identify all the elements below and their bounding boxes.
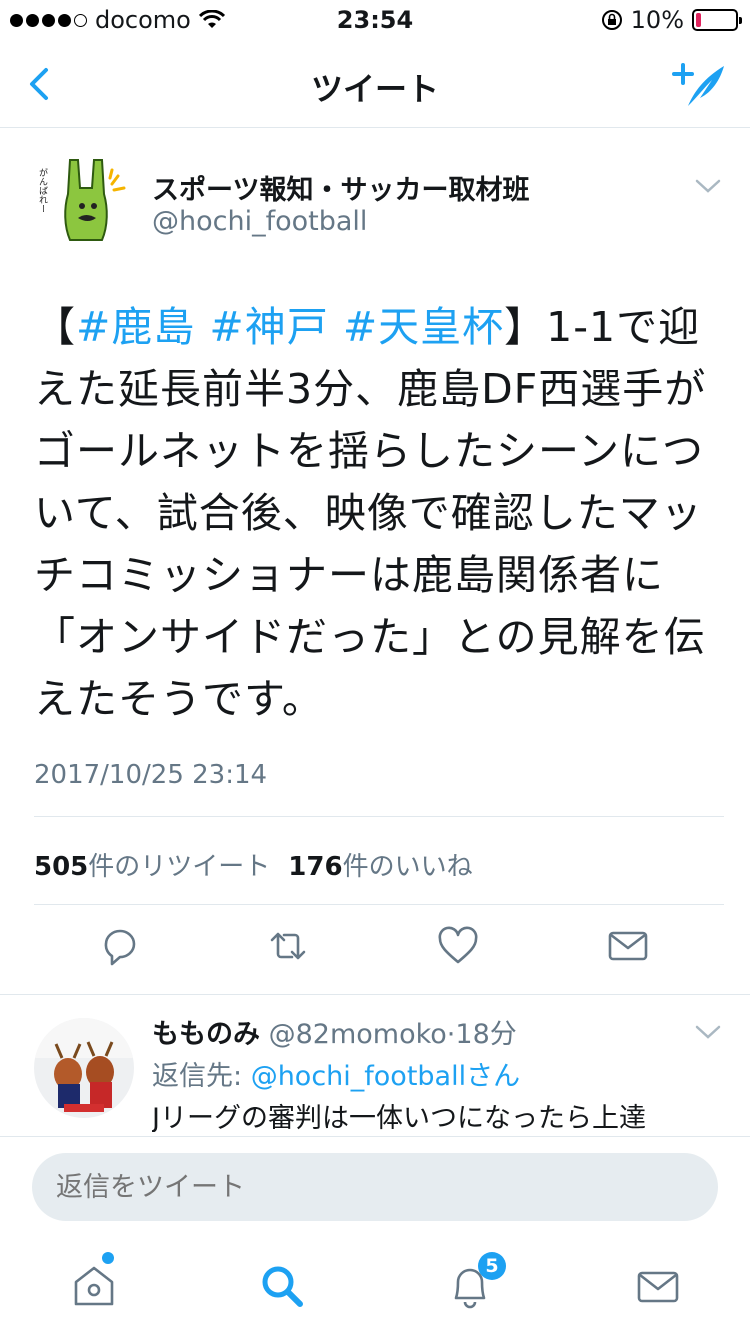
page-title: ツイート	[310, 70, 439, 108]
compose-tweet-icon[interactable]	[670, 58, 728, 110]
reply-time: 18分	[455, 1019, 517, 1050]
battery-info: 10%	[601, 6, 742, 34]
reply-to-line: 返信先: @hochi_footballさん	[152, 1054, 520, 1093]
tweet-text: 【#鹿島 #神戸 #天皇杯】1-1で迎えた延長前半3分、鹿島DF西選手がゴールネ…	[34, 296, 724, 730]
like-label[interactable]: 件のいいね	[343, 852, 473, 882]
like-count[interactable]: 176	[288, 852, 342, 882]
tweet-stats[interactable]: 505件のリツイート 176件のいいね	[34, 846, 473, 883]
like-heart-icon[interactable]	[436, 924, 480, 968]
divider	[34, 904, 724, 905]
chevron-down-icon[interactable]	[694, 176, 722, 196]
notification-badge: 5	[478, 1252, 506, 1280]
reply-composer	[0, 1136, 750, 1236]
battery-percent: 10%	[630, 6, 684, 34]
battery-icon	[692, 9, 742, 31]
home-unread-dot	[102, 1252, 114, 1264]
author-avatar[interactable]: がんばれー	[34, 148, 134, 248]
retweet-count[interactable]: 505	[34, 852, 88, 882]
reply-text[interactable]: Jリーグの審判は一体いつになったら上達	[152, 1096, 722, 1132]
divider	[34, 816, 724, 817]
reply-author-handle[interactable]: @82momoko	[269, 1019, 447, 1050]
home-icon[interactable]	[68, 1260, 120, 1312]
hashtag-link[interactable]: #天皇杯	[343, 303, 504, 351]
avatar-caption: がんばれー	[37, 167, 48, 213]
reply-header: もものみ @82momoko·18分	[152, 1012, 517, 1051]
retweet-label[interactable]: 件のリツイート	[88, 852, 270, 882]
direct-message-icon[interactable]	[606, 924, 650, 968]
retweet-icon[interactable]	[266, 924, 310, 968]
tweet-text-open: 【	[34, 303, 76, 351]
divider	[0, 994, 750, 995]
reply-input[interactable]	[32, 1153, 718, 1221]
chevron-down-icon[interactable]	[694, 1022, 722, 1042]
hashtag-link[interactable]: #神戸	[209, 303, 328, 351]
rotation-lock-icon	[601, 10, 622, 30]
tweet-timestamp: 2017/10/25 23:14	[34, 760, 268, 790]
search-icon[interactable]	[256, 1260, 308, 1312]
hashtag-link[interactable]: #鹿島	[76, 303, 195, 351]
navigation-bar: ツイート	[0, 40, 750, 128]
reply-to-prefix: 返信先:	[152, 1061, 251, 1092]
status-bar: docomo 23:54 10%	[0, 0, 750, 40]
author-handle[interactable]: @hochi_football	[152, 206, 367, 237]
reply-author-avatar[interactable]	[34, 1018, 134, 1118]
reply-icon[interactable]	[98, 924, 142, 968]
reply-author-name[interactable]: もものみ	[152, 1019, 260, 1050]
reply-to-suffix[interactable]: さん	[466, 1061, 520, 1092]
messages-icon[interactable]	[632, 1260, 684, 1312]
author-name[interactable]: スポーツ報知・サッカー取材班	[152, 168, 529, 207]
tab-bar: 5	[0, 1236, 750, 1334]
tweet-text-body: 】1-1で迎えた延長前半3分、鹿島DF西選手がゴールネットを揺らしたシーンについ…	[34, 303, 707, 723]
reply-to-handle-link[interactable]: @hochi_football	[251, 1061, 466, 1092]
